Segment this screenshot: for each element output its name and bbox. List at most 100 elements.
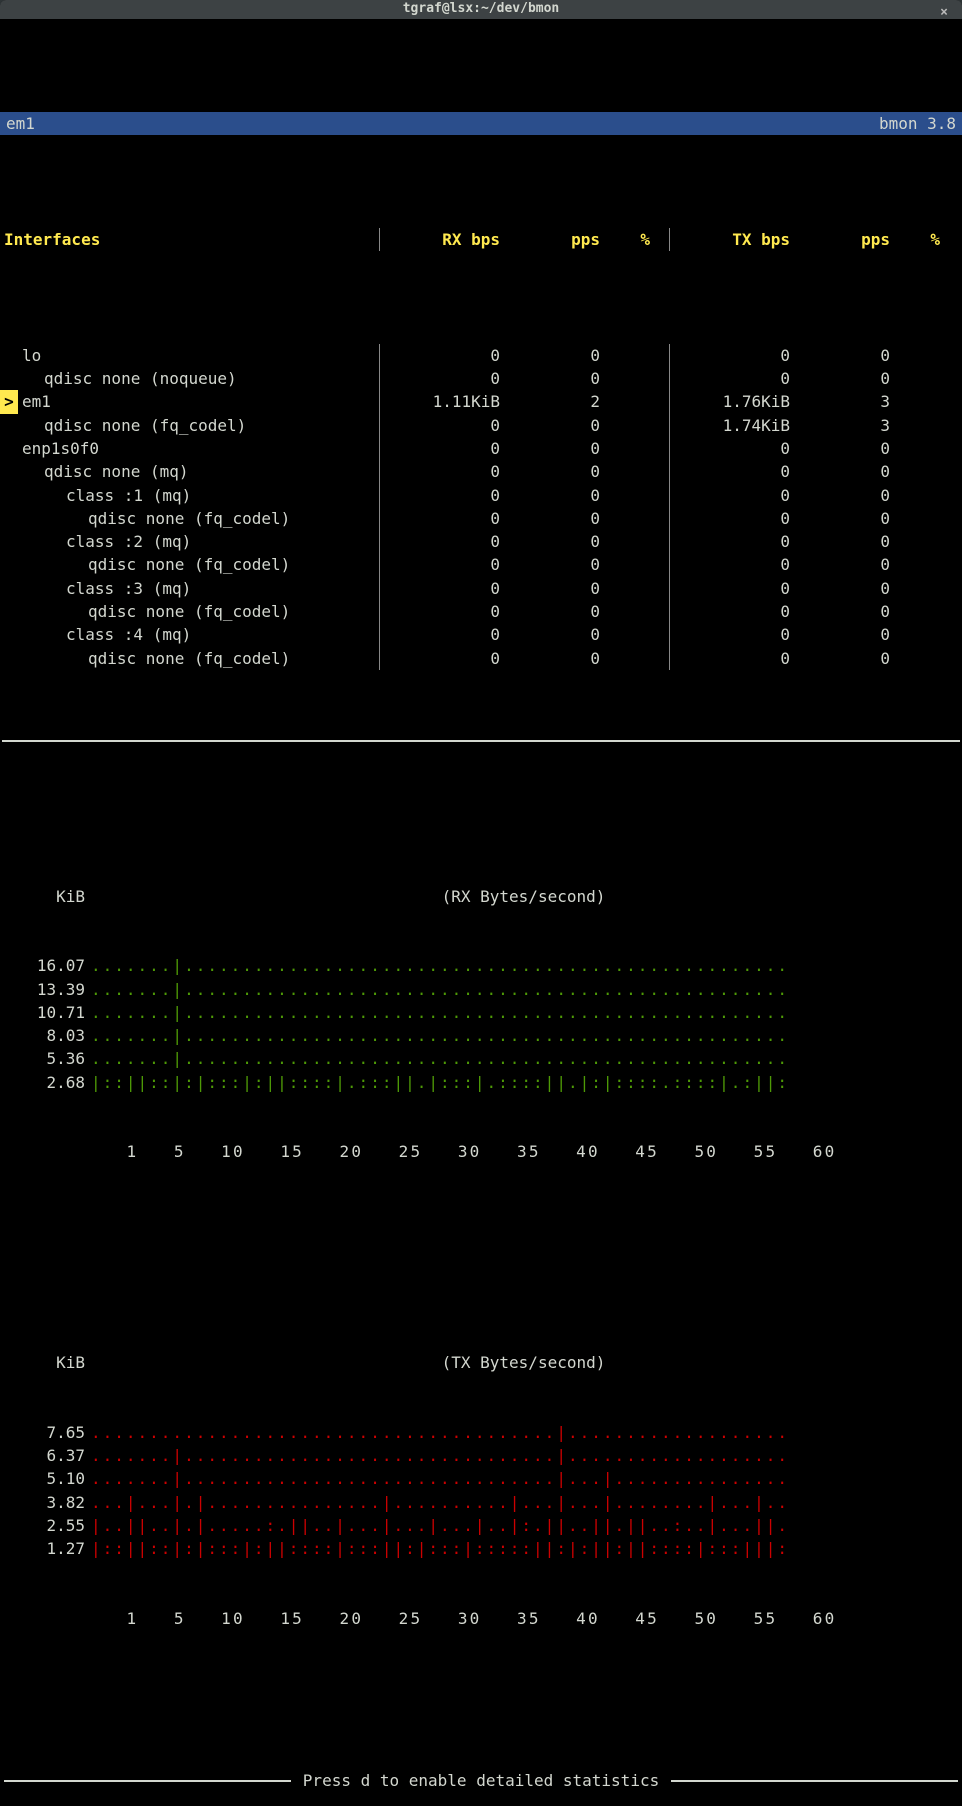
table-row[interactable]: qdisc none (fq_codel)001.74KiB3 <box>0 414 962 437</box>
tx-bps: 1.74KiB <box>670 414 790 437</box>
header-rx-pps: pps <box>500 228 600 251</box>
rx-ytick: 16.07 <box>6 954 91 977</box>
rx-graph-row: |::||::|:|:::|:||::::|.:::||.|:::|.::::|… <box>91 1071 789 1094</box>
rx-ytick: 13.39 <box>6 978 91 1001</box>
interface-name: qdisc none (fq_codel) <box>0 647 290 670</box>
tx-graph-row: ...|...|.|...............|..........|...… <box>91 1491 789 1514</box>
rx-bps: 0 <box>380 647 500 670</box>
tx-pps: 0 <box>790 507 890 530</box>
rx-graph-row: .......|................................… <box>91 1024 789 1047</box>
rx-bps: 0 <box>380 414 500 437</box>
terminal-body: em1 bmon 3.8 Interfaces RX bps pps % TX … <box>0 19 962 1806</box>
rx-bps: 0 <box>380 484 500 507</box>
rx-graph-row: .......|................................… <box>91 1001 789 1024</box>
tx-ytick: 1.27 <box>6 1537 91 1560</box>
interface-name: qdisc none (mq) <box>0 460 189 483</box>
tx-graph-row: .......|................................… <box>91 1444 789 1467</box>
table-row[interactable]: class :1 (mq)0000 <box>0 483 962 506</box>
rx-pps: 0 <box>500 647 600 670</box>
rx-xaxis: 1 5 10 15 20 25 30 35 40 45 50 55 60 <box>6 1140 836 1163</box>
rx-pps: 0 <box>500 484 600 507</box>
tx-xaxis: 1 5 10 15 20 25 30 35 40 45 50 55 60 <box>6 1607 836 1630</box>
tx-graph-row: .......|................................… <box>91 1467 789 1490</box>
tx-pps: 0 <box>790 600 890 623</box>
rx-pps: 0 <box>500 577 600 600</box>
table-header-row: Interfaces RX bps pps % TX bps pps % <box>0 228 962 251</box>
rx-bps: 0 <box>380 507 500 530</box>
header-rx-bps: RX bps <box>380 228 500 251</box>
interface-name: class :4 (mq) <box>0 623 191 646</box>
rx-graph: KiB (RX Bytes/second) 16.07.......|.....… <box>0 836 962 1210</box>
tx-bps: 0 <box>670 530 790 553</box>
window-titlebar[interactable]: tgraf@lsx:~/dev/bmon × <box>0 0 962 19</box>
rx-pps: 0 <box>500 437 600 460</box>
tx-bps: 0 <box>670 484 790 507</box>
rx-unit-label: KiB <box>6 885 91 908</box>
rx-bps: 0 <box>380 367 500 390</box>
interface-table-body: lo0000qdisc none (noqueue)0000>em11.11Ki… <box>0 344 962 670</box>
tx-ytick: 2.55 <box>6 1514 91 1537</box>
rx-bps: 0 <box>380 460 500 483</box>
tx-graph-row: |..||..|.|.....:.||..|...|...|...|..|:.|… <box>91 1514 789 1537</box>
rx-ytick: 8.03 <box>6 1024 91 1047</box>
tx-bps: 0 <box>670 344 790 367</box>
rx-pps: 0 <box>500 460 600 483</box>
interface-name: qdisc none (noqueue) <box>0 367 237 390</box>
tx-pps: 0 <box>790 577 890 600</box>
tx-ytick: 5.10 <box>6 1467 91 1490</box>
tx-pps: 3 <box>790 390 890 413</box>
rx-ytick: 10.71 <box>6 1001 91 1024</box>
rx-bps: 0 <box>380 530 500 553</box>
rx-pps: 0 <box>500 507 600 530</box>
close-icon[interactable]: × <box>934 3 954 23</box>
selected-interface-name: em1 <box>6 112 35 135</box>
table-row[interactable]: class :2 (mq)0000 <box>0 530 962 553</box>
interface-name: enp1s0f0 <box>0 437 99 460</box>
rx-bps: 0 <box>380 344 500 367</box>
interface-name: class :3 (mq) <box>0 577 191 600</box>
table-row[interactable]: class :3 (mq)0000 <box>0 577 962 600</box>
tx-bps: 0 <box>670 460 790 483</box>
tx-ytick: 7.65 <box>6 1421 91 1444</box>
tx-pps: 0 <box>790 344 890 367</box>
tx-bps: 0 <box>670 600 790 623</box>
tx-bps: 0 <box>670 507 790 530</box>
header-interfaces: Interfaces <box>0 228 380 251</box>
top-info-bar: em1 bmon 3.8 <box>0 112 962 135</box>
tx-bps: 0 <box>670 367 790 390</box>
window-title: tgraf@lsx:~/dev/bmon <box>403 0 560 19</box>
tx-pps: 0 <box>790 623 890 646</box>
rx-graph-row: .......|................................… <box>91 954 789 977</box>
table-row[interactable]: lo0000 <box>0 344 962 367</box>
rx-pps: 2 <box>500 390 600 413</box>
rx-ytick: 5.36 <box>6 1047 91 1070</box>
interface-name: qdisc none (fq_codel) <box>0 553 290 576</box>
table-row[interactable]: qdisc none (fq_codel)0000 <box>0 600 962 623</box>
terminal-window: tgraf@lsx:~/dev/bmon × em1 bmon 3.8 Inte… <box>0 0 962 903</box>
rx-pps: 0 <box>500 414 600 437</box>
interface-name: qdisc none (fq_codel) <box>0 507 290 530</box>
header-tx-pct: % <box>890 228 940 251</box>
tx-bps: 1.76KiB <box>670 390 790 413</box>
table-row[interactable]: qdisc none (fq_codel)0000 <box>0 507 962 530</box>
table-row[interactable]: qdisc none (mq)0000 <box>0 460 962 483</box>
tx-bps: 0 <box>670 623 790 646</box>
rx-graph-title: (RX Bytes/second) <box>91 885 956 908</box>
rx-bps: 0 <box>380 623 500 646</box>
tx-pps: 0 <box>790 530 890 553</box>
table-row[interactable]: qdisc none (fq_codel)0000 <box>0 553 962 576</box>
rx-bps: 0 <box>380 577 500 600</box>
table-row[interactable]: enp1s0f00000 <box>0 437 962 460</box>
interface-name: class :1 (mq) <box>0 484 191 507</box>
table-row[interactable]: class :4 (mq)0000 <box>0 623 962 646</box>
table-row[interactable]: qdisc none (noqueue)0000 <box>0 367 962 390</box>
tx-pps: 0 <box>790 647 890 670</box>
interface-name: lo <box>0 344 41 367</box>
header-tx-pps: pps <box>790 228 890 251</box>
interface-name: class :2 (mq) <box>0 530 191 553</box>
table-row[interactable]: qdisc none (fq_codel)0000 <box>0 647 962 670</box>
footer-hint-1: Press d to enable detailed statistics <box>0 1769 962 1792</box>
tx-pps: 0 <box>790 437 890 460</box>
table-row[interactable]: >em11.11KiB21.76KiB3 <box>0 390 962 413</box>
tx-ytick: 6.37 <box>6 1444 91 1467</box>
